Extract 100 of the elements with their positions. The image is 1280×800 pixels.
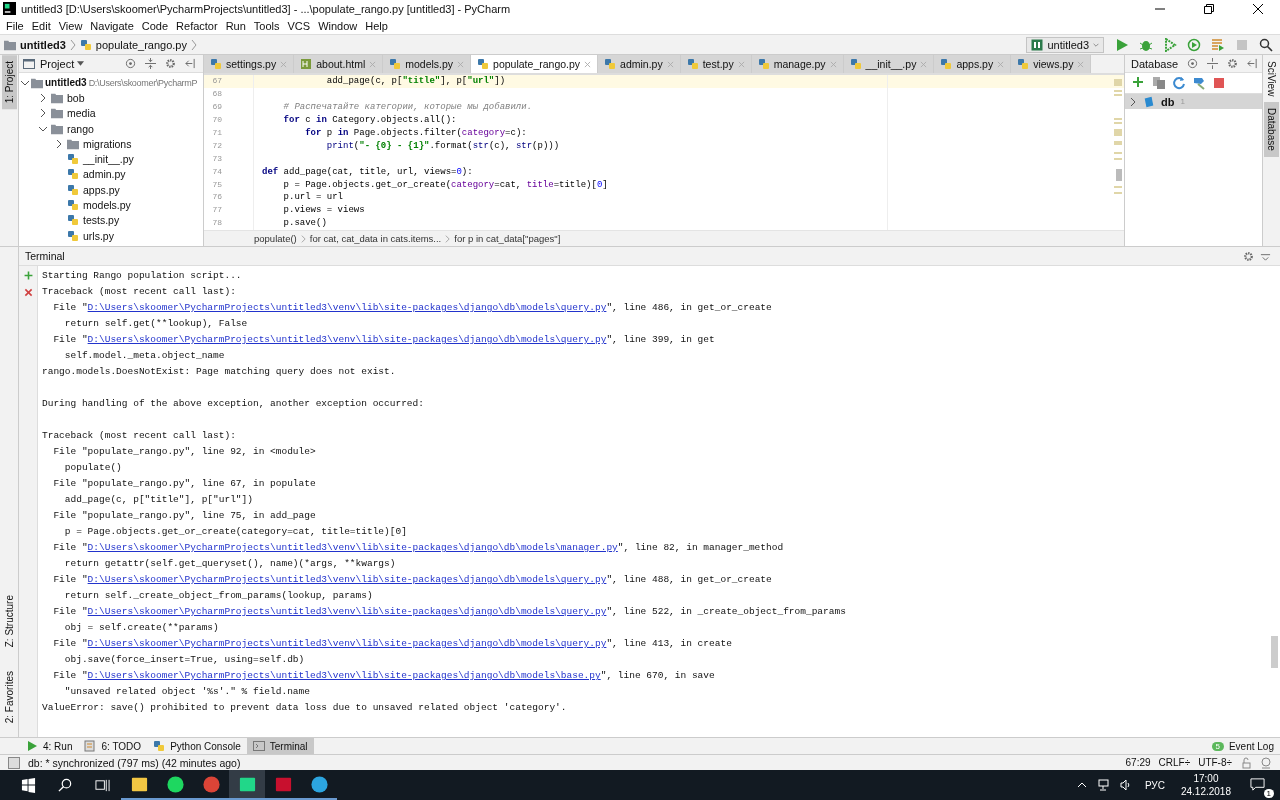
settings-icon[interactable] [1227, 58, 1239, 69]
caret-down-icon[interactable] [77, 61, 85, 66]
file-link[interactable]: D:\Users\skoomer\PycharmProjects\untitled3\venv\lib\site-packages\django\db\models\query.py [87, 638, 607, 649]
search-icon[interactable] [1259, 37, 1273, 52]
breadcrumb-item[interactable]: populate() [254, 233, 297, 244]
folder-icon [67, 137, 79, 150]
input-language[interactable]: РУС [1144, 779, 1165, 791]
network-icon[interactable] [1097, 779, 1110, 791]
menu-item[interactable]: Navigate [86, 19, 138, 32]
tool-window-tab[interactable]: SciView [1264, 55, 1279, 103]
tool-window-tab[interactable]: Database [1264, 102, 1279, 158]
speaker-icon[interactable] [1119, 779, 1132, 791]
tool-window-tab[interactable]: Z: Structure [1, 588, 17, 653]
crosshair-icon[interactable] [125, 58, 136, 69]
menu-item[interactable]: Window [314, 19, 362, 32]
hide-icon[interactable] [185, 58, 196, 69]
run-icon[interactable] [1115, 37, 1129, 52]
collapse-icon[interactable] [145, 58, 156, 69]
editor-tab[interactable]: models.py [383, 55, 472, 73]
tree-item[interactable]: tests.py [83, 214, 120, 227]
breadcrumb-item[interactable]: for p in cat_data["pages"] [454, 233, 561, 244]
breadcrumb-item[interactable]: untitled3 [20, 38, 66, 51]
close-icon[interactable] [1253, 3, 1263, 14]
file-link[interactable]: D:\Users\skoomer\PycharmProjects\untitled3\venv\lib\site-packages\django\db\models\query.py [87, 334, 607, 345]
notification-icon[interactable] [1250, 776, 1265, 792]
clock[interactable]: 17:00 24.12.2018 [1180, 772, 1231, 798]
file-link[interactable]: D:\Users\skoomer\PycharmProjects\untitled3\venv\lib\site-packages\django\db\models\query.py [87, 574, 607, 585]
wrench-icon[interactable] [1192, 76, 1206, 90]
collapse-icon[interactable] [1207, 58, 1219, 69]
tool-window-tab[interactable]: 1: Project [1, 55, 17, 110]
tree-item[interactable]: admin.py [83, 168, 126, 181]
breadcrumb-item[interactable]: for cat, cat_data in cats.items... [309, 233, 442, 244]
cursor-position[interactable]: 67:29 [1125, 757, 1151, 768]
tree-item[interactable]: apps.py [83, 183, 120, 196]
tree-item[interactable]: migrations [83, 137, 132, 150]
editor-tab[interactable]: test.py [680, 55, 752, 73]
taskbar-app[interactable] [229, 770, 265, 800]
menu-item[interactable]: VCS [283, 19, 315, 32]
hide-icon[interactable] [1247, 58, 1259, 69]
tool-window-button[interactable]: Terminal [246, 738, 314, 754]
editor-tab[interactable]: populate_rango.py [471, 55, 599, 73]
tool-window-button[interactable]: Python Console [147, 738, 247, 754]
menu-item[interactable]: Tools [249, 19, 284, 32]
tool-window-button[interactable]: 6: TODO [78, 738, 148, 754]
menu-item[interactable]: File [2, 19, 28, 32]
scrollbar-thumb[interactable] [1271, 636, 1278, 668]
event-log-button[interactable]: 5 Event Log [1205, 738, 1280, 754]
inspector-icon[interactable] [1260, 756, 1272, 769]
tree-item[interactable]: bob [67, 91, 85, 104]
tree-item[interactable]: models.py [83, 199, 131, 211]
plus-icon[interactable] [1132, 76, 1146, 90]
tree-item[interactable]: rango [67, 122, 94, 135]
tree-item[interactable]: urls.py [83, 229, 114, 242]
settings-icon[interactable] [165, 58, 176, 69]
menu-item[interactable]: Refactor [172, 19, 222, 32]
menu-item[interactable]: Run [221, 19, 250, 32]
project-view-dropdown[interactable]: Project [40, 57, 75, 70]
plus-icon[interactable] [22, 270, 34, 281]
editor-tab[interactable]: about.html [294, 55, 384, 73]
list-run-icon[interactable] [1211, 37, 1225, 52]
line-separator[interactable]: CRLF÷ [1158, 757, 1191, 768]
panel-toggle-icon[interactable] [8, 756, 20, 769]
coverage-icon[interactable] [1163, 37, 1177, 52]
menu-item[interactable]: View [54, 19, 87, 32]
tool-window-button[interactable]: 4: Run [20, 738, 79, 754]
windows-logo-icon[interactable] [21, 777, 36, 793]
chevron-right-icon [191, 38, 197, 51]
menu-item[interactable]: Code [137, 19, 173, 32]
editor-tab[interactable]: views.py [1011, 55, 1092, 73]
editor-tab[interactable]: settings.py [204, 55, 295, 73]
tree-item[interactable]: media [67, 107, 96, 120]
menu-item[interactable]: Edit [27, 19, 55, 32]
tree-item[interactable]: untitled3 [45, 77, 87, 89]
file-link[interactable]: D:\Users\skoomer\PycharmProjects\untitled3\venv\lib\site-packages\django\db\models\base.py [87, 670, 601, 681]
menu-item[interactable]: Help [361, 19, 392, 32]
refresh-icon[interactable] [1172, 76, 1186, 90]
file-encoding[interactable]: UTF-8÷ [1198, 757, 1232, 768]
editor-tab[interactable]: apps.py [934, 55, 1012, 73]
file-link[interactable]: D:\Users\skoomer\PycharmProjects\untitled3\venv\lib\site-packages\django\db\models\query.py [87, 302, 607, 313]
profile-icon[interactable] [1187, 37, 1201, 52]
tree-item[interactable]: db [1161, 95, 1175, 108]
restore-icon[interactable] [1204, 3, 1214, 14]
lock-icon[interactable] [1240, 756, 1252, 769]
run-configuration-dropdown[interactable]: untitled3 [1026, 36, 1104, 53]
editor-tab[interactable]: manage.py [751, 55, 844, 73]
line-number: 70 [211, 114, 222, 127]
settings-icon[interactable] [1243, 250, 1254, 262]
file-link[interactable]: D:\Users\skoomer\PycharmProjects\untitled3\venv\lib\site-packages\django\db\models\query.py [87, 606, 607, 617]
breadcrumb-item[interactable]: populate_rango.py [95, 38, 187, 51]
tool-window-tab[interactable]: 2: Favorites [1, 664, 17, 729]
editor-tab[interactable]: admin.py [598, 55, 681, 73]
stop-icon[interactable] [1212, 76, 1226, 90]
crosshair-icon[interactable] [1187, 58, 1199, 69]
task-view-icon[interactable] [95, 777, 110, 793]
search-icon[interactable] [58, 777, 73, 793]
tree-item[interactable]: __init__.py [83, 153, 134, 166]
copy-icon[interactable] [1152, 76, 1166, 90]
file-link[interactable]: D:\Users\skoomer\PycharmProjects\untitled3\venv\lib\site-packages\django\db\models\manager.py [87, 542, 618, 553]
line-number: 67 [211, 75, 222, 88]
editor-tab[interactable]: __init__.py [843, 55, 935, 73]
